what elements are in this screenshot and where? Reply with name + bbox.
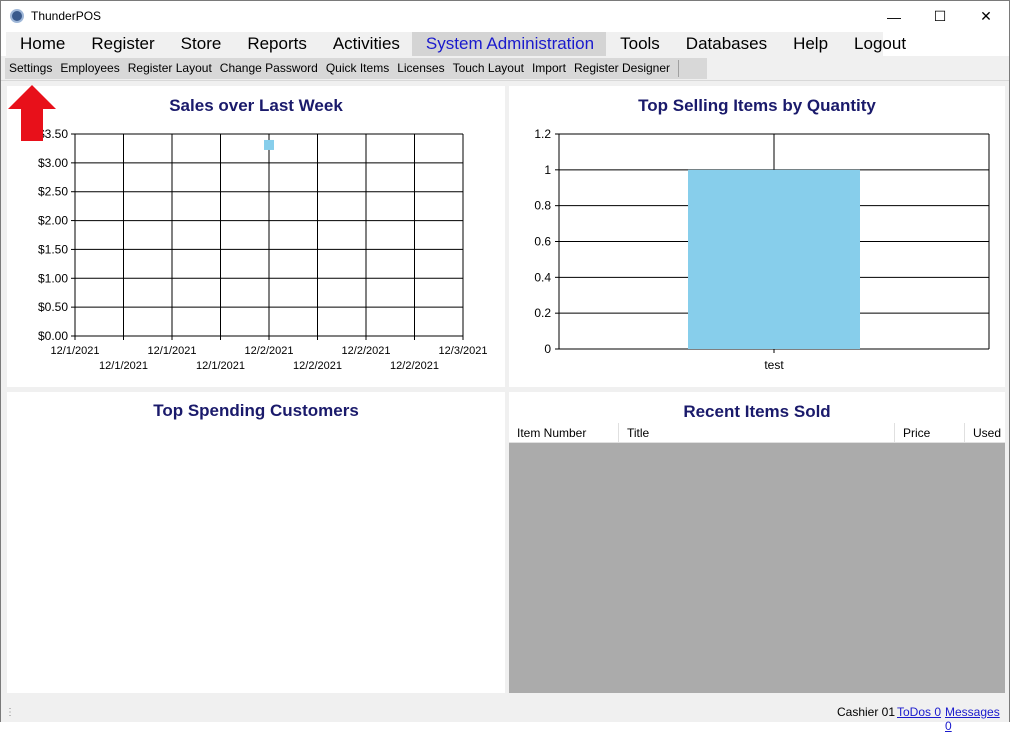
title-bar: ThunderPOS — ☐ ✕ [1, 1, 1009, 32]
sales-data-point [264, 139, 274, 150]
toolbar-settings[interactable]: Settings [5, 58, 56, 79]
top-items-chart-title: Top Selling Items by Quantity [638, 96, 876, 115]
column-header-item-number[interactable]: Item Number [509, 423, 619, 443]
sales-x-tick-label: 12/3/2021 [439, 345, 488, 357]
sales-chart-panel: Sales over Last Week 12/1/2021 12/1/2021 1… [7, 86, 505, 387]
items-y-tick-label: 1.2 [534, 127, 551, 141]
toolbar-touch-layout[interactable]: Touch Layout [449, 58, 528, 79]
messages-link[interactable]: Messages 0 [945, 705, 1009, 733]
items-y-tick-label: 1 [544, 163, 551, 177]
sales-chart-title: Sales over Last Week [169, 96, 343, 115]
recent-items-list[interactable] [509, 443, 1005, 693]
sales-x-tick-label: 12/2/2021 [245, 345, 294, 357]
column-header-price[interactable]: Price [895, 423, 965, 443]
top-customers-title: Top Spending Customers [153, 401, 359, 420]
toolbar-quick-items[interactable]: Quick Items [322, 58, 393, 79]
column-header-title[interactable]: Title [619, 423, 895, 443]
todos-link[interactable]: ToDos 0 [897, 705, 941, 719]
toolbar-import[interactable]: Import [528, 58, 570, 79]
column-header-used[interactable]: Used [965, 423, 1005, 443]
menu-home[interactable]: Home [6, 32, 77, 56]
main-menu-bar: Home Register Store Reports Activities S… [1, 32, 1009, 56]
items-y-tick-label: 0.8 [534, 199, 551, 213]
sales-y-tick-label: $2.50 [38, 185, 68, 199]
toolbar-register-layout[interactable]: Register Layout [124, 58, 216, 79]
minimize-button[interactable]: — [871, 1, 917, 32]
toolbar-register-designer[interactable]: Register Designer [570, 58, 674, 79]
sales-y-tick-label: $3.00 [38, 156, 68, 170]
sales-x-tick-label: 12/2/2021 [390, 360, 439, 372]
menu-activities[interactable]: Activities [319, 32, 412, 56]
recent-items-title: Recent Items Sold [683, 402, 831, 421]
sales-x-tick-label: 12/2/2021 [293, 360, 342, 372]
menu-tools[interactable]: Tools [606, 32, 672, 56]
cashier-label: Cashier 01 [837, 705, 896, 719]
window-title: ThunderPOS [31, 9, 102, 23]
sales-x-tick-label: 12/1/2021 [196, 360, 245, 372]
app-window: ThunderPOS — ☐ ✕ Home Register Store Rep… [0, 0, 1010, 733]
items-y-tick-label: 0.6 [534, 235, 551, 249]
menu-store[interactable]: Store [167, 32, 234, 56]
menu-logout[interactable]: Logout [840, 32, 918, 56]
recent-items-header: Item Number Title Price Used [509, 423, 1005, 443]
sales-x-tick-label: 12/2/2021 [342, 345, 391, 357]
top-items-chart: 0 0.2 0.4 0.6 0.8 1 1.2 test [534, 127, 990, 372]
items-bar [688, 169, 860, 349]
sales-x-tick-label: 12/1/2021 [51, 345, 100, 357]
status-bar: ⋮ Cashier 01 ToDos 0 Messages 0 [1, 699, 1009, 733]
items-y-tick-label: 0 [544, 342, 551, 356]
recent-items-panel: Recent Items Sold Item Number Title Pric… [509, 392, 1005, 693]
top-customers-panel: Top Spending Customers [7, 392, 505, 693]
sales-chart: 12/1/202112/1/202112/1/202112/1/202112/2… [38, 127, 488, 372]
sales-y-tick-label: $0.50 [38, 300, 68, 314]
sales-y-tick-label: $2.00 [38, 214, 68, 228]
top-items-chart-panel: Top Selling Items by Quantity 0 0.2 0.4 0.6… [509, 86, 1005, 387]
items-y-tick-label: 0.4 [534, 270, 551, 284]
sales-y-tick-label: $1.00 [38, 271, 68, 285]
sales-x-tick-label: 12/1/2021 [148, 345, 197, 357]
sales-x-tick-label: 12/1/2021 [99, 360, 148, 372]
sales-y-tick-label: $0.00 [38, 329, 68, 343]
close-button[interactable]: ✕ [963, 1, 1009, 32]
resize-grip-icon[interactable]: ⋮ [5, 707, 15, 718]
menu-register[interactable]: Register [77, 32, 166, 56]
toolbar-licenses[interactable]: Licenses [393, 58, 448, 79]
items-y-tick-label: 0.2 [534, 306, 551, 320]
toolbar-employees[interactable]: Employees [56, 58, 123, 79]
menu-system-administration[interactable]: System Administration [411, 32, 607, 56]
toolbar-change-password[interactable]: Change Password [216, 58, 322, 79]
app-logo-icon [10, 9, 24, 23]
admin-toolbar: Settings Employees Register Layout Chang… [1, 56, 1009, 81]
maximize-button[interactable]: ☐ [917, 1, 963, 32]
menu-reports[interactable]: Reports [233, 32, 319, 56]
items-x-tick-label: test [764, 358, 784, 372]
red-arrow-annotation [8, 85, 56, 141]
menu-databases[interactable]: Databases [672, 32, 779, 56]
menu-help[interactable]: Help [779, 32, 840, 56]
sales-y-tick-label: $1.50 [38, 242, 68, 256]
toolbar-separator [678, 60, 680, 77]
